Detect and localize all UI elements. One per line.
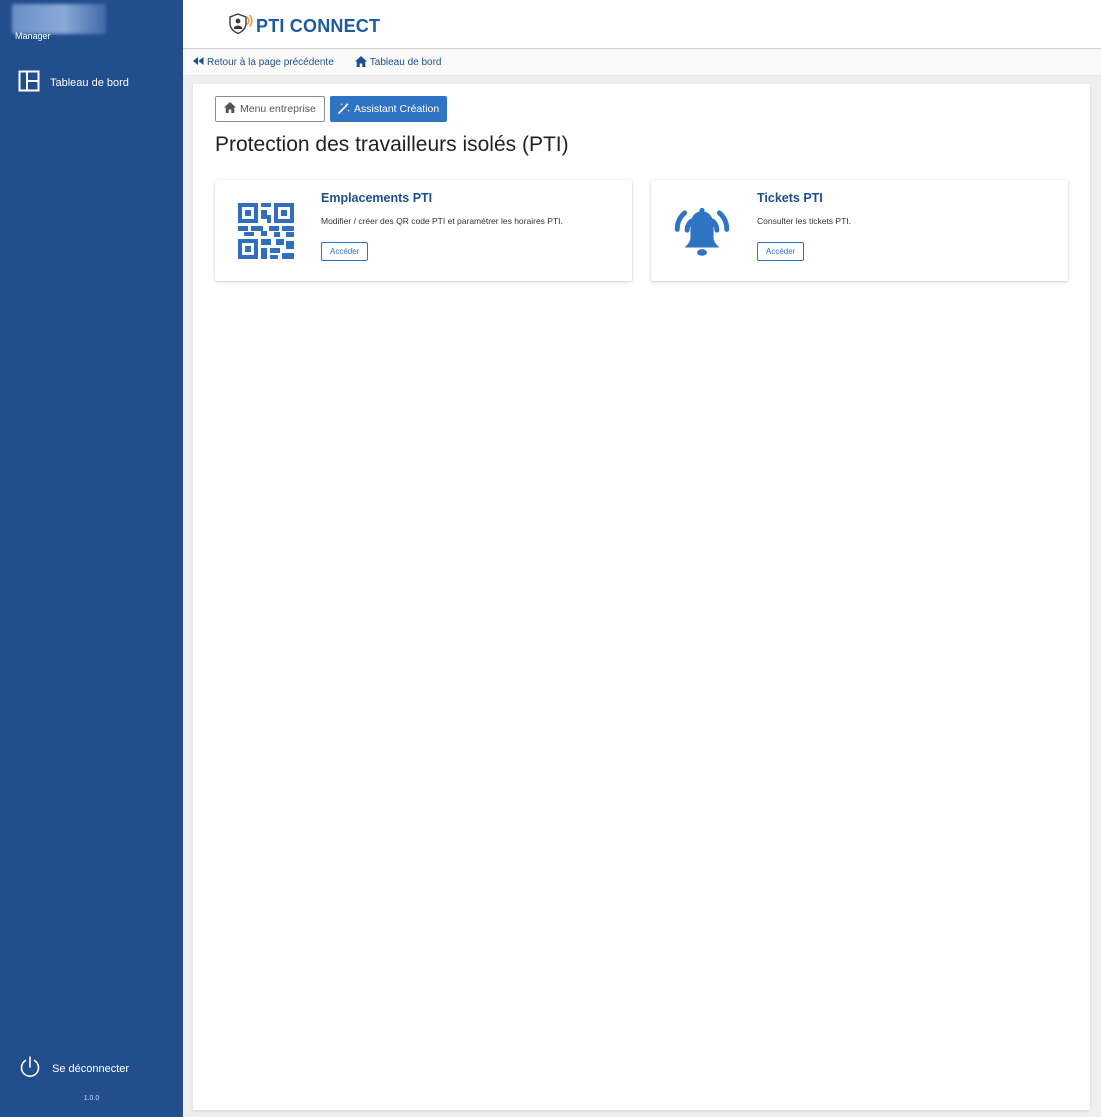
card-emplacements-pti: Emplacements PTI Modifier / créer des QR…	[215, 180, 632, 281]
double-arrow-left-icon	[193, 57, 207, 68]
card-description: Consulter les tickets PTI.	[757, 216, 852, 226]
acceder-tickets-button[interactable]: Accéder	[757, 242, 805, 261]
main-panel: Menu entreprise Assistant Création Prote…	[193, 84, 1090, 1110]
logout-label: Se déconnecter	[52, 1063, 130, 1075]
dashboard-link-label: Tableau de bord	[369, 57, 442, 68]
card-description: Modifier / créer des QR code PTI et para…	[321, 216, 563, 226]
assistant-creation-label: Assistant Création	[354, 103, 440, 115]
content-area: Menu entreprise Assistant Création Prote…	[183, 76, 1101, 1117]
user-name-blurred	[12, 4, 106, 34]
menu-entreprise-label: Menu entreprise	[240, 103, 316, 115]
top-bar: PTI CONNECT	[183, 0, 1101, 49]
qr-code-icon	[233, 198, 299, 264]
brand-name: PTI CONNECT	[256, 16, 381, 36]
dashboard-link[interactable]: Tableau de bord	[354, 55, 442, 70]
sidebar-item-label: Tableau de bord	[50, 77, 129, 89]
sidebar-item-dashboard[interactable]: Tableau de bord	[18, 70, 178, 96]
user-role: Manager	[15, 31, 51, 41]
power-icon	[18, 1055, 42, 1084]
acceder-emplacements-button[interactable]: Accéder	[321, 242, 369, 261]
back-link-label: Retour à la page précédente	[207, 57, 334, 68]
card-title: Emplacements PTI	[321, 191, 433, 205]
brand-logo[interactable]: PTI CONNECT	[227, 11, 380, 42]
assistant-creation-button[interactable]: Assistant Création	[330, 96, 448, 122]
ringing-bell-icon	[669, 198, 735, 264]
home-icon	[354, 55, 370, 70]
pti-shield-logo-icon	[227, 11, 253, 42]
card-title: Tickets PTI	[757, 191, 823, 205]
logout-button[interactable]: Se déconnecter	[18, 1055, 178, 1083]
sidebar: Manager Tableau de bord Se déconnecter 1…	[0, 0, 183, 1117]
magic-wand-icon	[338, 102, 354, 117]
back-link[interactable]: Retour à la page précédente	[193, 57, 334, 68]
dashboard-layout-icon	[18, 70, 40, 97]
breadcrumb: Retour à la page précédente Tableau de b…	[183, 50, 1101, 76]
home-icon	[224, 102, 240, 116]
app-version: 1.0.0	[83, 1095, 100, 1102]
card-tickets-pti: Tickets PTI Consulter les tickets PTI. A…	[651, 180, 1068, 281]
page-title: Protection des travailleurs isolés (PTI)	[215, 133, 569, 156]
menu-entreprise-button[interactable]: Menu entreprise	[215, 96, 325, 122]
